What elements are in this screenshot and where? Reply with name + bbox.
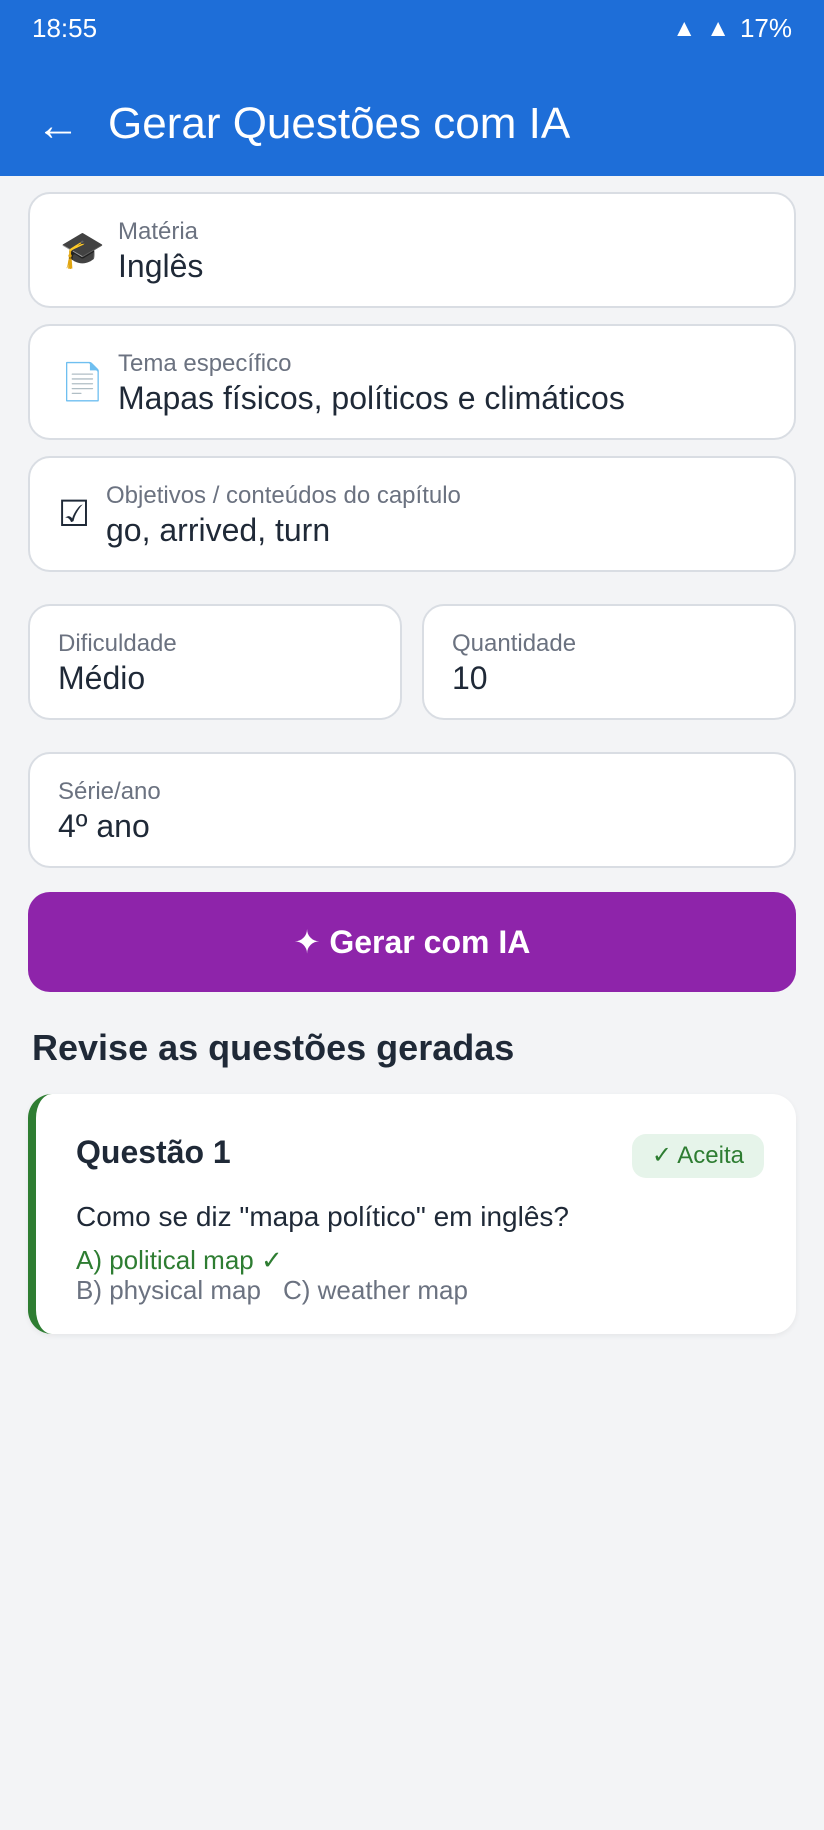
option-b: B) physical map	[76, 1275, 261, 1305]
dificuldade-value: Médio	[58, 660, 146, 696]
tema-label: Tema específico	[118, 350, 292, 377]
signal-icon: ▲	[706, 14, 730, 42]
quantidade-field[interactable]: Quantidade 10	[422, 604, 796, 720]
battery-level: 17%	[739, 13, 792, 43]
materia-field[interactable]: 🎓 Matéria Inglês	[28, 192, 796, 308]
question-text: Como se diz "mapa político" em inglês?	[76, 1201, 569, 1232]
serie-field[interactable]: Série/ano 4º ano	[28, 752, 796, 868]
materia-value: Inglês	[118, 248, 204, 284]
serie-value: 4º ano	[58, 808, 150, 844]
question-title: Questão 1	[76, 1134, 231, 1170]
graduation-cap-icon: 🎓	[60, 229, 105, 270]
option-c: C) weather map	[282, 1275, 468, 1305]
dificuldade-field[interactable]: Dificuldade Médio	[28, 604, 402, 720]
quantidade-label: Quantidade	[452, 630, 577, 657]
other-options: B) physical map C) weather map	[76, 1274, 468, 1306]
wifi-icon: ▲	[672, 14, 697, 42]
back-arrow-icon[interactable]: ←	[36, 98, 80, 154]
accepted-badge[interactable]: ✓ Aceita	[631, 1134, 764, 1178]
materia-label: Matéria	[118, 218, 199, 245]
document-icon: 📄	[60, 361, 105, 402]
generate-with-ai-button[interactable]: ✦ Gerar com IA	[28, 892, 796, 992]
page-title: Gerar Questões com IA	[108, 99, 571, 148]
status-icons: ▲ ▲ 17%	[672, 13, 792, 44]
tema-field[interactable]: 📄 Tema específico Mapas físicos, polític…	[28, 324, 796, 440]
objetivos-value: go, arrived, turn	[106, 512, 331, 548]
objetivos-field[interactable]: ☑ Objetivos / conteúdos do capítulo go, …	[28, 456, 796, 572]
objetivos-label: Objetivos / conteúdos do capítulo	[106, 482, 461, 509]
checkbox-icon: ☑	[58, 493, 91, 534]
option-a-correct: A) political map ✓	[76, 1245, 283, 1275]
dificuldade-label: Dificuldade	[58, 630, 177, 657]
app-bar: 18:55 ▲ ▲ 17% ← Gerar Questões com IA	[0, 0, 824, 176]
tema-value: Mapas físicos, políticos e climáticos	[118, 380, 625, 416]
quantidade-value: 10	[452, 660, 488, 696]
status-time: 18:55	[32, 13, 98, 43]
review-section-title: Revise as questões geradas	[32, 1027, 515, 1068]
question-card[interactable]: Questão 1 ✓ Aceita Como se diz "mapa pol…	[28, 1094, 796, 1334]
serie-label: Série/ano	[58, 778, 161, 805]
